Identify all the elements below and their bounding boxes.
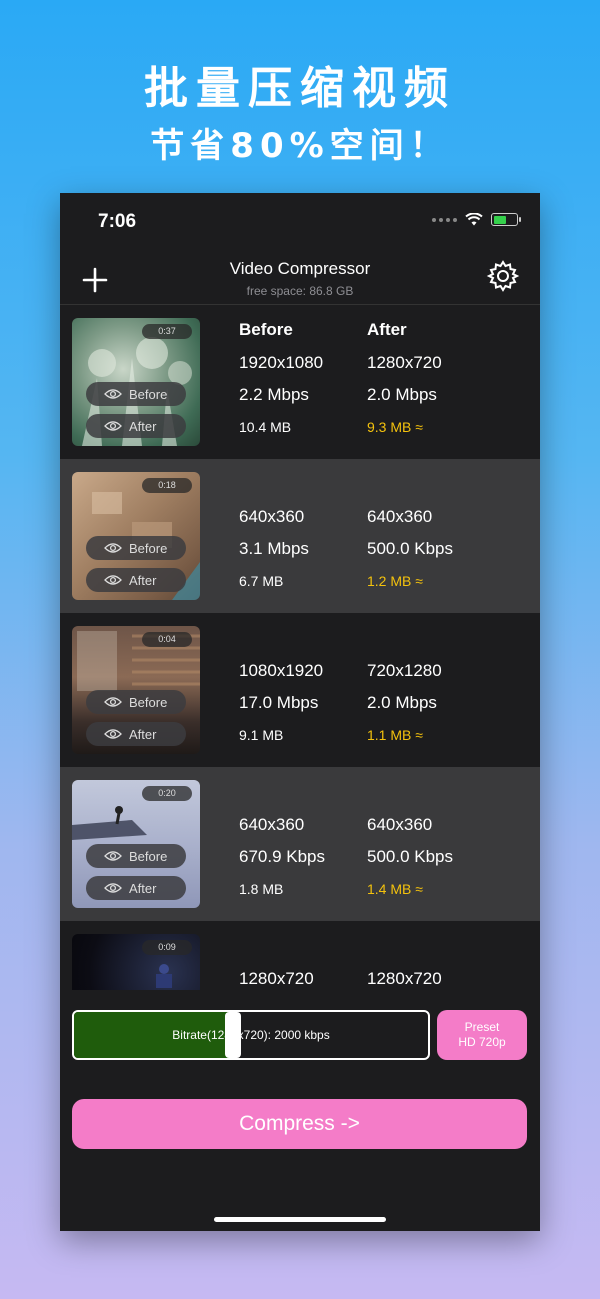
after-resolution: 720x1280 (367, 661, 442, 680)
after-resolution: 640x360 (367, 507, 433, 526)
before-size: 10.4 MB (239, 419, 292, 435)
after-resolution: 1280x720 (367, 969, 442, 988)
before-size: 6.7 MB (239, 573, 284, 589)
video-thumbnail[interactable]: 0:04 Before After (72, 626, 200, 754)
estimated-size: 9.3 MB ≈ (367, 419, 423, 435)
home-indicator (214, 1217, 386, 1222)
preview-after-button[interactable]: After (86, 876, 186, 900)
duration-badge: 0:20 (142, 786, 192, 801)
video-row[interactable]: 0:09 1280x720 1280x720 (60, 921, 540, 990)
after-button-label: After (129, 726, 157, 742)
after-column-header: After (367, 320, 407, 339)
preview-before-button[interactable]: Before (86, 690, 186, 714)
nav-title: Video Compressor (229, 259, 371, 278)
wifi-icon (465, 213, 483, 226)
video-row[interactable]: 0:18 Before After 640x360 640x360 3.1 Mb… (60, 459, 540, 613)
duration-badge: 0:18 (142, 478, 192, 493)
before-bitrate: 17.0 Mbps (239, 693, 319, 712)
nav-bar: Video Compressor free space: 86.8 GB (60, 249, 540, 305)
estimated-size: 1.4 MB ≈ (367, 881, 423, 897)
bitrate-slider-handle[interactable] (225, 1012, 241, 1058)
after-button-label: After (129, 418, 157, 434)
before-resolution: 1080x1920 (239, 661, 324, 680)
phone-screen: 7:06 Video Compressor free space: 86.8 G… (60, 193, 540, 1231)
before-bitrate: 670.9 Kbps (239, 847, 326, 866)
signal-icon (432, 217, 457, 222)
before-button-label: Before (129, 540, 168, 556)
before-resolution: 1920x1080 (239, 353, 324, 372)
duration-badge: 0:09 (142, 940, 192, 955)
video-row[interactable]: 0:04 Before After 1080x1920 720x1280 17.… (60, 613, 540, 767)
after-button-label: After (129, 572, 157, 588)
before-bitrate: 2.2 Mbps (239, 385, 309, 404)
before-resolution: 640x360 (239, 815, 305, 834)
before-size: 9.1 MB (239, 727, 284, 743)
estimated-size: 1.1 MB ≈ (367, 727, 423, 743)
after-resolution: 640x360 (367, 815, 433, 834)
eye-icon (104, 729, 122, 739)
after-bitrate: 500.0 Kbps (367, 847, 454, 866)
status-bar: 7:06 (60, 193, 540, 249)
preview-before-button[interactable]: Before (86, 382, 186, 406)
bitrate-slider-label: Bitrate(1280x720): 2000 kbps (172, 1028, 330, 1042)
before-column-header: Before (239, 320, 293, 339)
compress-button[interactable]: Compress -> (72, 1099, 527, 1149)
preview-after-button[interactable]: After (86, 722, 186, 746)
video-thumbnail[interactable]: 0:20 Before After (72, 780, 200, 908)
before-button-label: Before (129, 386, 168, 402)
eye-icon (104, 421, 122, 431)
status-icons (432, 213, 521, 226)
preview-after-button[interactable]: After (86, 414, 186, 438)
eye-icon (104, 851, 122, 861)
eye-icon (104, 697, 122, 707)
status-time: 7:06 (98, 211, 137, 232)
video-thumbnail[interactable]: 0:09 (72, 934, 200, 990)
bitrate-slider[interactable]: Bitrate(1280x720): 2000 kbps (72, 1010, 430, 1060)
duration-badge: 0:37 (142, 324, 192, 339)
after-bitrate: 2.0 Mbps (367, 385, 437, 404)
preview-before-button[interactable]: Before (86, 844, 186, 868)
before-size: 1.8 MB (239, 881, 284, 897)
video-row[interactable]: 0:37 Before After Before After 1920x1080… (60, 305, 540, 459)
duration-badge: 0:04 (142, 632, 192, 647)
video-thumbnail[interactable]: 0:37 Before After (72, 318, 200, 446)
preview-after-button[interactable]: After (86, 568, 186, 592)
eye-icon (104, 575, 122, 585)
gear-icon[interactable] (486, 259, 520, 293)
estimated-size: 1.2 MB ≈ (367, 573, 423, 589)
preview-before-button[interactable]: Before (86, 536, 186, 560)
after-bitrate: 2.0 Mbps (367, 693, 437, 712)
eye-icon (104, 389, 122, 399)
after-button-label: After (129, 880, 157, 896)
promo-title: 批量压缩视频 (144, 63, 456, 114)
free-space-label: free space: 86.8 GB (246, 284, 354, 298)
video-row[interactable]: 0:20 Before After 640x360 640x360 670.9 … (60, 767, 540, 921)
before-resolution: 640x360 (239, 507, 305, 526)
battery-charging-icon (491, 213, 521, 226)
video-list[interactable]: 0:37 Before After Before After 1920x1080… (60, 305, 540, 990)
after-resolution: 1280x720 (367, 353, 442, 372)
eye-icon (104, 543, 122, 553)
bottom-controls: Bitrate(1280x720): 2000 kbps Preset HD 7… (60, 990, 540, 1231)
after-bitrate: 500.0 Kbps (367, 539, 454, 558)
preset-label: Preset (464, 1020, 500, 1034)
before-button-label: Before (129, 848, 168, 864)
promo-subtitle: 节省80%空间！ (150, 126, 450, 166)
before-button-label: Before (129, 694, 168, 710)
video-thumbnail[interactable]: 0:18 Before After (72, 472, 200, 600)
eye-icon (104, 883, 122, 893)
preset-button[interactable]: Preset HD 720p (437, 1010, 527, 1060)
before-resolution: 1280x720 (239, 969, 314, 988)
before-bitrate: 3.1 Mbps (239, 539, 309, 558)
preset-value: HD 720p (458, 1035, 506, 1049)
